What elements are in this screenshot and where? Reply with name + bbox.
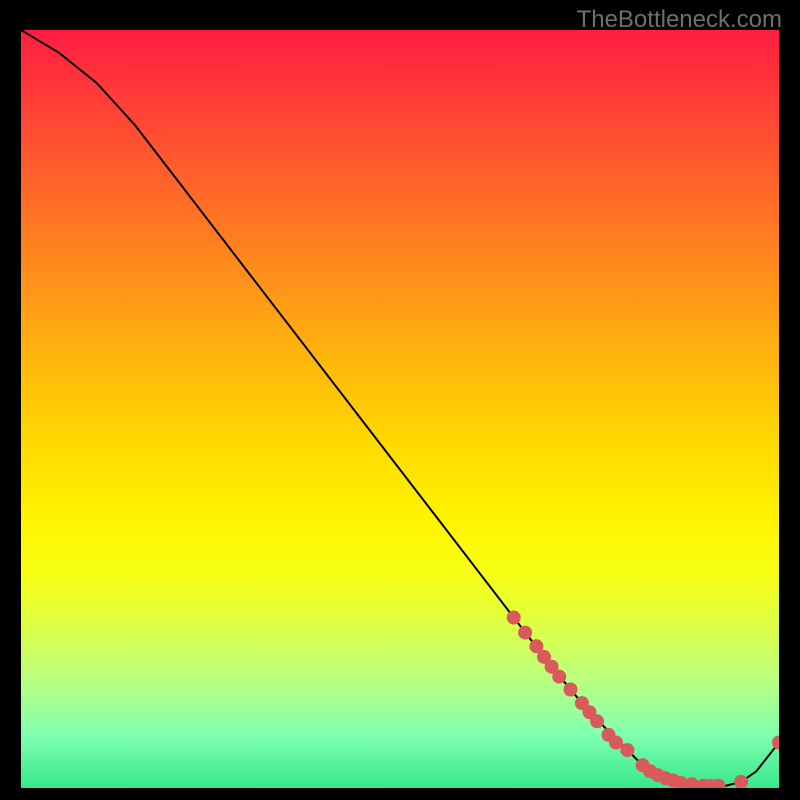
curve-marker: [590, 714, 604, 728]
curve-markers: [507, 611, 779, 789]
bottleneck-curve-line: [21, 30, 779, 786]
curve-marker: [552, 670, 566, 684]
chart-plot-area: [21, 30, 779, 788]
curve-marker: [518, 626, 532, 640]
watermark-text: TheBottleneck.com: [577, 6, 782, 34]
chart-svg: [21, 30, 779, 788]
curve-marker: [507, 611, 521, 625]
curve-marker: [609, 736, 623, 750]
curve-marker: [564, 683, 578, 697]
curve-marker: [772, 736, 779, 750]
curve-marker: [734, 775, 748, 788]
curve-marker: [620, 743, 634, 757]
